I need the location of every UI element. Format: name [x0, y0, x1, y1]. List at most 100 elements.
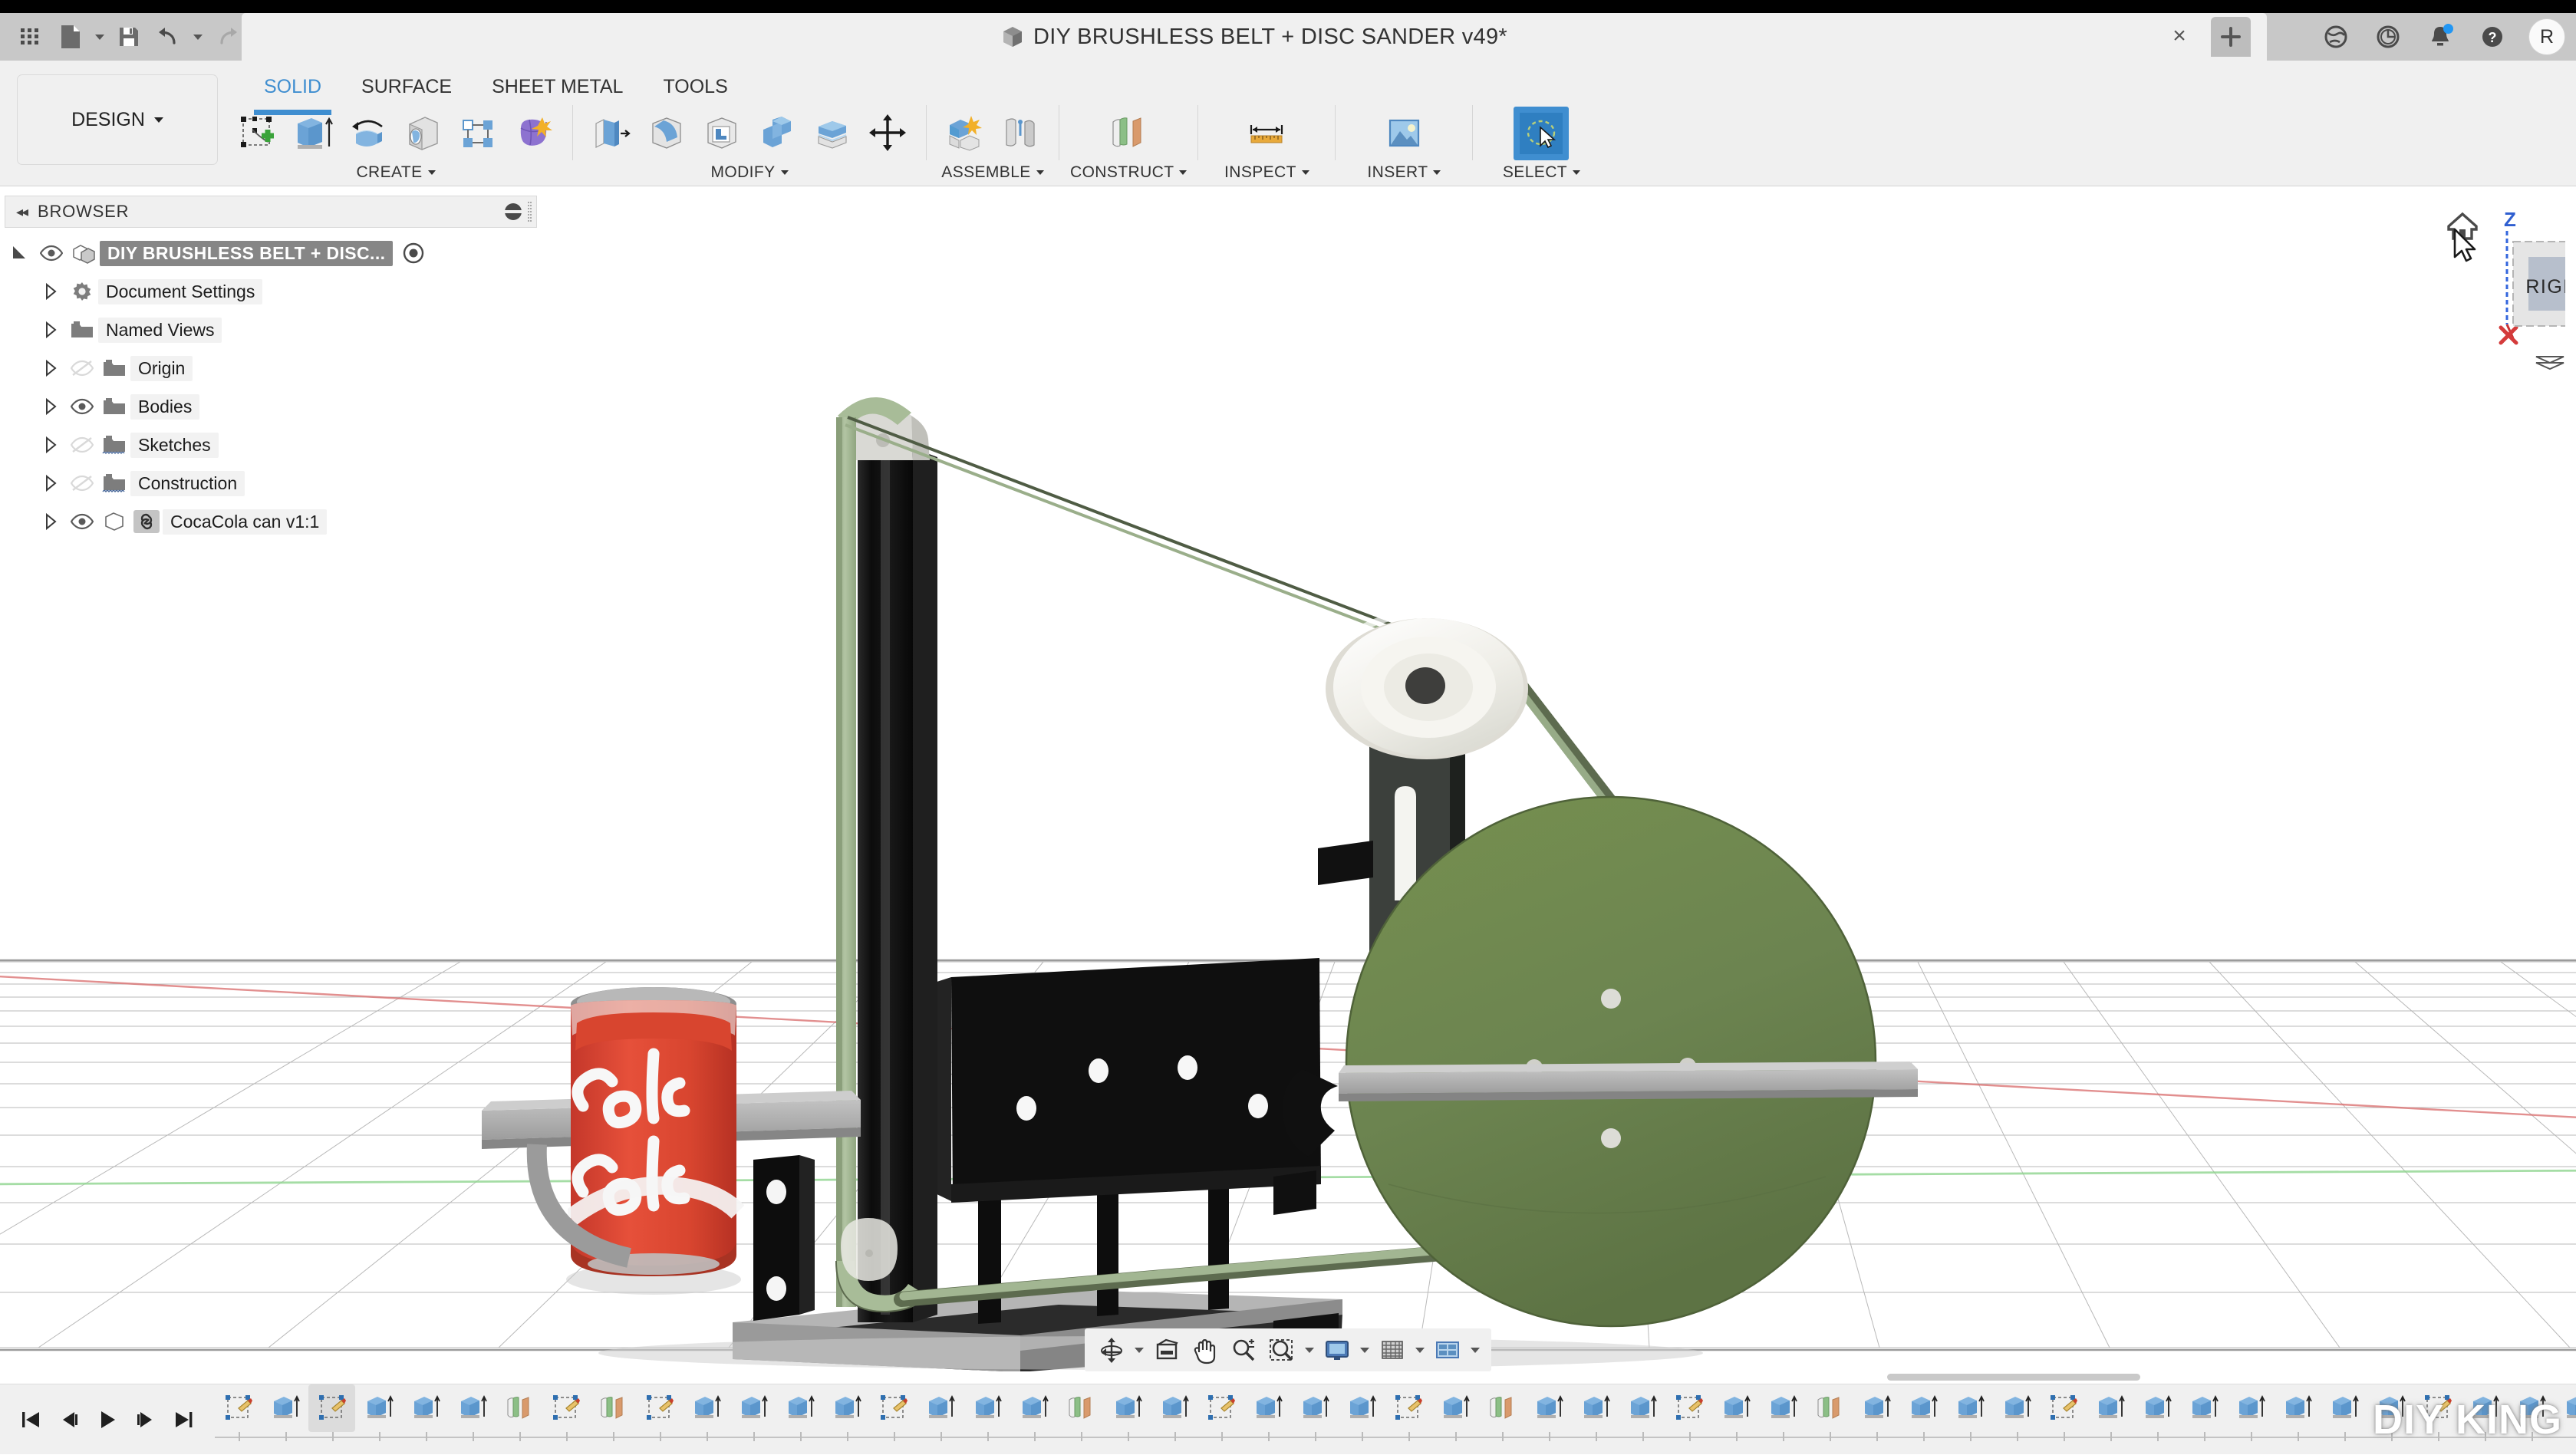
timeline-feature-extrude[interactable] — [1151, 1384, 1197, 1432]
play-icon[interactable] — [91, 1403, 124, 1437]
expand-collapse-arrow[interactable] — [35, 397, 66, 416]
home-icon[interactable] — [2449, 214, 2476, 239]
go-to-end-icon[interactable] — [167, 1403, 201, 1437]
view-cube-fit-icon[interactable] — [2536, 357, 2564, 369]
view-cube-body[interactable]: RIGHT — [2513, 242, 2565, 326]
offset-face-icon[interactable] — [805, 107, 860, 160]
create-form-icon[interactable] — [506, 107, 562, 160]
expand-collapse-arrow[interactable] — [35, 321, 66, 339]
eye-visible-icon[interactable] — [35, 239, 68, 267]
ribbon-group-label-insert[interactable]: INSERT — [1367, 163, 1441, 182]
timeline-feature-plane[interactable] — [1478, 1384, 1525, 1432]
timeline-feature-extrude[interactable] — [683, 1384, 730, 1432]
timeline-feature-extrude[interactable] — [1338, 1384, 1385, 1432]
timeline-feature-extrude[interactable] — [1759, 1384, 1806, 1432]
go-to-beginning-icon[interactable] — [14, 1403, 48, 1437]
expand-collapse-arrow[interactable] — [35, 512, 66, 531]
expand-collapse-arrow[interactable] — [5, 243, 35, 263]
document-tab[interactable] — [242, 13, 2267, 61]
timeline-feature-extrude[interactable] — [2367, 1384, 2414, 1432]
ribbon-group-label-create[interactable]: CREATE — [356, 163, 435, 182]
extrude-icon[interactable] — [285, 107, 341, 160]
timeline-feature-extrude[interactable] — [1899, 1384, 1946, 1432]
tree-item-document-settings[interactable]: Document Settings — [5, 272, 537, 311]
timeline-feature-extrude[interactable] — [1010, 1384, 1057, 1432]
timeline-feature-extrude[interactable] — [1244, 1384, 1291, 1432]
ribbon-group-label-inspect[interactable]: INSPECT — [1224, 163, 1309, 182]
timeline-feature-extrude[interactable] — [402, 1384, 449, 1432]
timeline-feature-extrude[interactable] — [1291, 1384, 1338, 1432]
clock-history-icon[interactable] — [2372, 21, 2404, 53]
timeline-feature-plane[interactable] — [589, 1384, 636, 1432]
timeline-feature-extrude[interactable] — [2087, 1384, 2133, 1432]
ribbon-tab-sheet-metal[interactable]: SHEET METAL — [472, 68, 643, 106]
timeline-feature-extrude[interactable] — [964, 1384, 1010, 1432]
shell-icon[interactable] — [694, 107, 749, 160]
timeline-feature-extrude[interactable] — [2508, 1384, 2555, 1432]
timeline-feature-sketch[interactable] — [636, 1384, 683, 1432]
timeline-feature-extrude[interactable] — [1572, 1384, 1619, 1432]
timeline-feature-sketch[interactable] — [2414, 1384, 2461, 1432]
timeline-feature-extrude[interactable] — [776, 1384, 823, 1432]
undo-dropdown-caret[interactable] — [189, 17, 207, 57]
offset-plane-icon[interactable] — [1101, 107, 1156, 160]
eye-hidden-icon[interactable] — [66, 469, 98, 497]
timeline-feature-extrude[interactable] — [1619, 1384, 1665, 1432]
timeline-scrollbar-thumb[interactable] — [1887, 1374, 2140, 1381]
grid-snaps-icon[interactable] — [1373, 1331, 1412, 1369]
workspace-switcher-button[interactable]: DESIGN — [17, 74, 218, 165]
timeline-feature-sketch[interactable] — [542, 1384, 589, 1432]
look-at-icon[interactable] — [1148, 1331, 1186, 1369]
timeline-feature-plane[interactable] — [1057, 1384, 1104, 1432]
expand-collapse-arrow[interactable] — [35, 474, 66, 492]
timeline-track[interactable] — [215, 1384, 2576, 1455]
tree-item-bodies[interactable]: Bodies — [5, 387, 537, 426]
orbit-dropdown-caret[interactable] — [1131, 1331, 1148, 1369]
eye-visible-icon[interactable] — [66, 393, 98, 420]
close-icon[interactable]: × — [2165, 21, 2194, 51]
timeline-feature-sketch[interactable] — [870, 1384, 917, 1432]
combine-icon[interactable] — [749, 107, 805, 160]
zoom-dropdown-caret[interactable] — [1301, 1331, 1318, 1369]
undo-icon[interactable] — [149, 17, 189, 57]
step-back-icon[interactable] — [52, 1403, 86, 1437]
viewports-icon[interactable] — [1428, 1331, 1467, 1369]
step-forward-icon[interactable] — [129, 1403, 163, 1437]
move-copy-icon[interactable] — [860, 107, 915, 160]
timeline-feature-extrude[interactable] — [1946, 1384, 1993, 1432]
timeline-feature-extrude[interactable] — [262, 1384, 308, 1432]
ribbon-group-label-assemble[interactable]: ASSEMBLE — [941, 163, 1043, 182]
view-cube[interactable]: Z RIGHT — [2350, 196, 2565, 380]
timeline-feature-extrude[interactable] — [355, 1384, 402, 1432]
new-component-icon[interactable] — [937, 107, 993, 160]
timeline-feature-sketch[interactable] — [1197, 1384, 1244, 1432]
measure-icon[interactable] — [1239, 107, 1294, 160]
timeline-feature-extrude[interactable] — [2274, 1384, 2321, 1432]
tree-item-cocacola-can[interactable]: CocaCola can v1:1 — [5, 502, 537, 541]
collapse-panel-icon[interactable]: ◂◂ — [5, 204, 38, 220]
pattern-icon[interactable] — [451, 107, 506, 160]
create-sketch-icon[interactable] — [230, 107, 285, 160]
new-tab-plus-icon[interactable] — [2211, 17, 2251, 57]
timeline-feature-extrude[interactable] — [1431, 1384, 1478, 1432]
browser-options-icon[interactable] — [505, 203, 522, 220]
timeline-feature-extrude[interactable] — [2321, 1384, 2367, 1432]
notification-bell-icon[interactable] — [2424, 21, 2456, 53]
select-icon[interactable] — [1514, 107, 1569, 160]
timeline-feature-extrude[interactable] — [2461, 1384, 2508, 1432]
timeline-feature-sketch[interactable] — [1665, 1384, 1712, 1432]
help-icon[interactable]: ? — [2476, 21, 2508, 53]
ribbon-tab-tools[interactable]: TOOLS — [643, 68, 747, 106]
ribbon-tab-surface[interactable]: SURFACE — [341, 68, 472, 106]
insert-image-icon[interactable] — [1376, 107, 1431, 160]
hole-icon[interactable] — [396, 107, 451, 160]
timeline-feature-extrude[interactable] — [730, 1384, 776, 1432]
expand-collapse-arrow[interactable] — [35, 282, 66, 301]
timeline-feature-extrude[interactable] — [449, 1384, 496, 1432]
timeline-scrollbar[interactable] — [0, 1371, 2576, 1384]
ribbon-group-label-construct[interactable]: CONSTRUCT — [1070, 163, 1187, 182]
tree-item-root-component[interactable]: DIY BRUSHLESS BELT + DISC... — [5, 234, 537, 272]
fillet-icon[interactable] — [639, 107, 694, 160]
timeline-feature-extrude[interactable] — [1993, 1384, 2040, 1432]
display-dropdown-caret[interactable] — [1356, 1331, 1373, 1369]
